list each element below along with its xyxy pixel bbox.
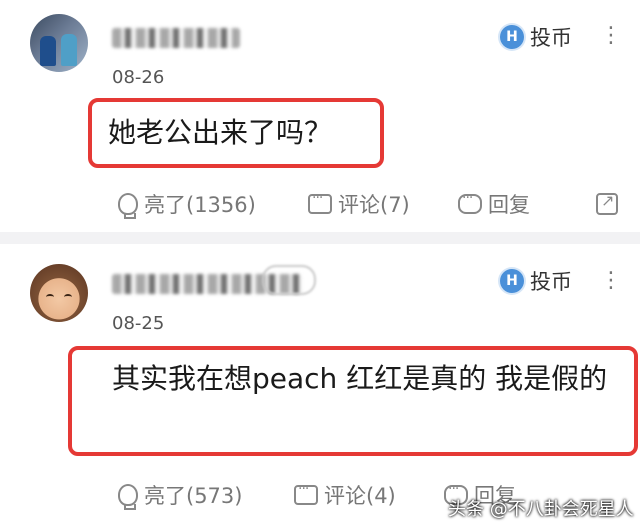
- comment-item: 08-26 H 投币 ⋮ 她老公出来了吗？ 亮了(1356) 评论(7) 回复: [0, 0, 640, 232]
- avatar[interactable]: [30, 264, 88, 322]
- coin-icon: H: [500, 269, 524, 293]
- comment-separator: [0, 232, 640, 244]
- comment-icon: [294, 481, 318, 505]
- like-button[interactable]: 亮了(1356): [118, 187, 256, 221]
- username-blurred[interactable]: [112, 28, 240, 48]
- comment-date: 08-26: [112, 67, 165, 88]
- more-options-icon[interactable]: ⋮: [600, 270, 622, 292]
- comment-actions: 亮了(1356) 评论(7) 回复: [110, 187, 630, 221]
- comment-label: 评论(7): [338, 193, 410, 217]
- lightbulb-icon: [118, 193, 138, 219]
- comment-label: 评论(4): [324, 484, 396, 508]
- avatar[interactable]: [30, 14, 88, 72]
- comment-date: 08-25: [112, 313, 165, 334]
- coin-button[interactable]: H 投币: [500, 264, 572, 298]
- coin-label: 投币: [530, 26, 572, 50]
- reply-label: 回复: [488, 193, 530, 217]
- share-button[interactable]: [596, 187, 618, 221]
- like-label: 亮了(573): [144, 484, 243, 508]
- comment-icon: [308, 190, 332, 214]
- comment-text: 她老公出来了吗？: [108, 116, 333, 149]
- share-icon: [596, 191, 618, 215]
- comment-text: 其实我在想peach 红红是真的 我是假的: [112, 362, 608, 395]
- comment-button[interactable]: 评论(4): [294, 478, 396, 512]
- like-label: 亮了(1356): [144, 193, 256, 217]
- user-badge-blurred: [262, 265, 316, 295]
- reply-icon: [458, 190, 482, 214]
- reply-button[interactable]: 回复: [458, 187, 530, 221]
- like-button[interactable]: 亮了(573): [118, 478, 242, 512]
- watermark-text: 头条 @不八卦会死星人: [448, 499, 634, 520]
- coin-icon: H: [500, 25, 524, 49]
- lightbulb-icon: [118, 484, 138, 510]
- comment-button[interactable]: 评论(7): [308, 187, 410, 221]
- coin-button[interactable]: H 投币: [500, 20, 572, 54]
- more-options-icon[interactable]: ⋮: [600, 25, 622, 47]
- avatar-eye: [64, 294, 72, 300]
- coin-label: 投币: [530, 270, 572, 294]
- avatar-eye: [46, 294, 54, 300]
